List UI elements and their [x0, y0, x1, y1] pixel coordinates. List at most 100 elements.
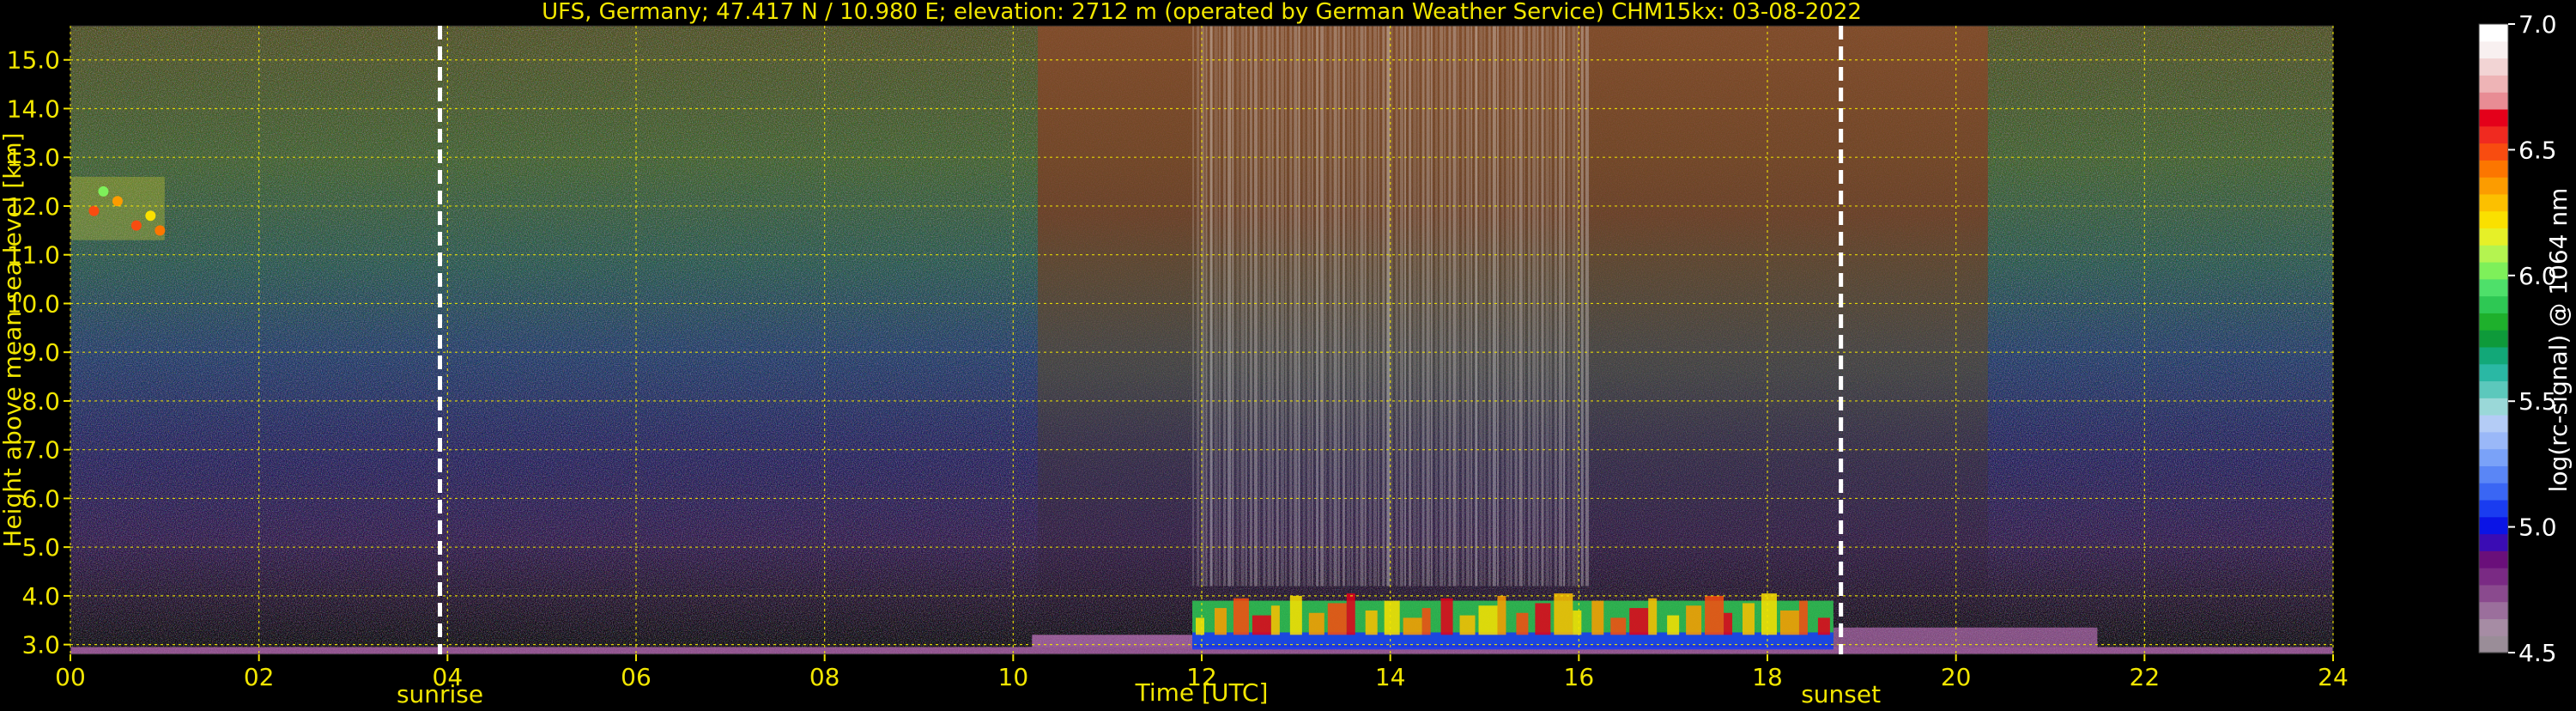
- y-tick-label: 6.0: [21, 484, 60, 513]
- signal-column: [1342, 26, 1345, 586]
- y-tick-label: 3.0: [21, 631, 60, 659]
- colorbar-tick-label: 5.0: [2518, 514, 2557, 542]
- colorbar-segment: [2479, 483, 2508, 501]
- colorbar-segment: [2479, 108, 2508, 127]
- aerosol-plume: [1196, 617, 1204, 635]
- signal-column: [1506, 26, 1510, 586]
- aerosol-plume: [1497, 595, 1506, 635]
- aerosol-plume: [1327, 603, 1347, 635]
- aerosol-plume: [1421, 608, 1431, 635]
- signal-column: [1399, 26, 1403, 586]
- colorbar-segment: [2479, 193, 2508, 212]
- aerosol-plume: [1798, 600, 1808, 635]
- signal-column: [1510, 26, 1512, 586]
- colorbar-segment: [2479, 363, 2508, 382]
- aerosol-plume: [1289, 595, 1302, 635]
- signal-column: [1258, 26, 1261, 586]
- aerosol-plume: [1724, 612, 1733, 635]
- y-tick-label: 5.0: [21, 533, 60, 562]
- colorbar-tick-label: 4.5: [2518, 639, 2557, 667]
- signal-column: [1572, 26, 1576, 586]
- aerosol-plume: [1667, 615, 1680, 635]
- signal-column: [1386, 26, 1391, 586]
- aerosol-plume: [1573, 610, 1582, 635]
- signal-column: [1549, 26, 1552, 586]
- signal-column: [1218, 26, 1221, 586]
- x-tick-label: 14: [1375, 663, 1406, 691]
- signal-column: [1329, 26, 1332, 586]
- colorbar-segment: [2479, 398, 2508, 416]
- colorbar-segment: [2479, 380, 2508, 398]
- cirrus-spot: [155, 225, 166, 236]
- aerosol-plume: [1440, 598, 1453, 635]
- backscatter-chart: sunrise sunset 00 02 04 06 08 10 12 14 16 18 20 22 24…: [0, 0, 2573, 708]
- signal-column: [1514, 26, 1518, 586]
- y-tick-label: 9.0: [21, 338, 60, 367]
- colorbar-segment: [2479, 210, 2508, 229]
- colorbar-segment: [2479, 550, 2508, 568]
- colorbar-segment: [2479, 533, 2508, 551]
- cirrus-spot: [145, 210, 156, 222]
- signal-column: [1475, 26, 1478, 586]
- y-tick-label: 15.0: [7, 46, 60, 75]
- x-tick-label: 02: [244, 663, 275, 691]
- cirrus-spot: [88, 205, 100, 216]
- signal-column: [1559, 26, 1563, 586]
- colorbar-segment: [2479, 448, 2508, 466]
- signal-column: [1497, 26, 1500, 586]
- signal-column: [1434, 26, 1438, 586]
- colorbar-segment: [2479, 92, 2508, 110]
- aerosol-plume: [1459, 615, 1476, 635]
- signal-column: [1382, 26, 1385, 586]
- colorbar-segment: [2479, 143, 2508, 161]
- colorbar-label: log(rc-signal) @ 1064 nm: [2544, 188, 2573, 493]
- signal-column: [1563, 26, 1566, 586]
- aerosol-plume: [1346, 593, 1355, 635]
- signal-column: [1192, 26, 1195, 586]
- colorbar-segment: [2479, 499, 2508, 518]
- colorbar-segment: [2479, 618, 2508, 636]
- signal-column: [1567, 26, 1571, 586]
- aerosol-plume: [1233, 598, 1249, 635]
- signal-column: [1378, 26, 1380, 586]
- x-tick-label: 00: [55, 663, 86, 691]
- signal-column: [1306, 26, 1311, 586]
- aerosol-plume: [1779, 610, 1799, 635]
- signal-column: [1254, 26, 1258, 586]
- signal-column: [1585, 26, 1589, 586]
- aerosol-plume: [1648, 598, 1658, 635]
- colorbar-segment: [2479, 228, 2508, 246]
- signal-column: [1351, 26, 1354, 586]
- colorbar-segment: [2479, 635, 2508, 653]
- x-tick-label: 04: [433, 663, 464, 691]
- signal-column: [1355, 26, 1359, 586]
- aerosol-plume: [1403, 617, 1422, 635]
- signal-column: [1580, 26, 1584, 586]
- signal-column: [1236, 26, 1240, 586]
- colorbar-segment: [2479, 346, 2508, 365]
- y-tick-label: 14.0: [7, 94, 60, 123]
- signal-column: [1528, 26, 1531, 586]
- colorbar-segment: [2479, 40, 2508, 59]
- signal-column: [1537, 26, 1539, 586]
- colorbar-segment: [2479, 601, 2508, 620]
- aerosol-base: [1192, 632, 1834, 650]
- y-tick-label: 4.0: [21, 582, 60, 611]
- aerosol-plume: [1610, 617, 1627, 635]
- aerosol-plume: [1705, 595, 1724, 635]
- signal-column: [1461, 26, 1464, 586]
- signal-column: [1448, 26, 1452, 586]
- signal-column: [1271, 26, 1274, 586]
- signal-column: [1501, 26, 1505, 586]
- signal-column: [1479, 26, 1483, 586]
- colorbar-segment: [2479, 58, 2508, 76]
- signal-column: [1452, 26, 1457, 586]
- aerosol-plume: [1743, 603, 1755, 635]
- colorbar-segment: [2479, 278, 2508, 297]
- signal-column: [1205, 26, 1208, 586]
- cirrus-spot: [112, 196, 123, 207]
- signal-column: [1263, 26, 1266, 586]
- colorbar-segment: [2479, 160, 2508, 178]
- aerosol-plume: [1516, 612, 1529, 635]
- signal-column: [1518, 26, 1523, 586]
